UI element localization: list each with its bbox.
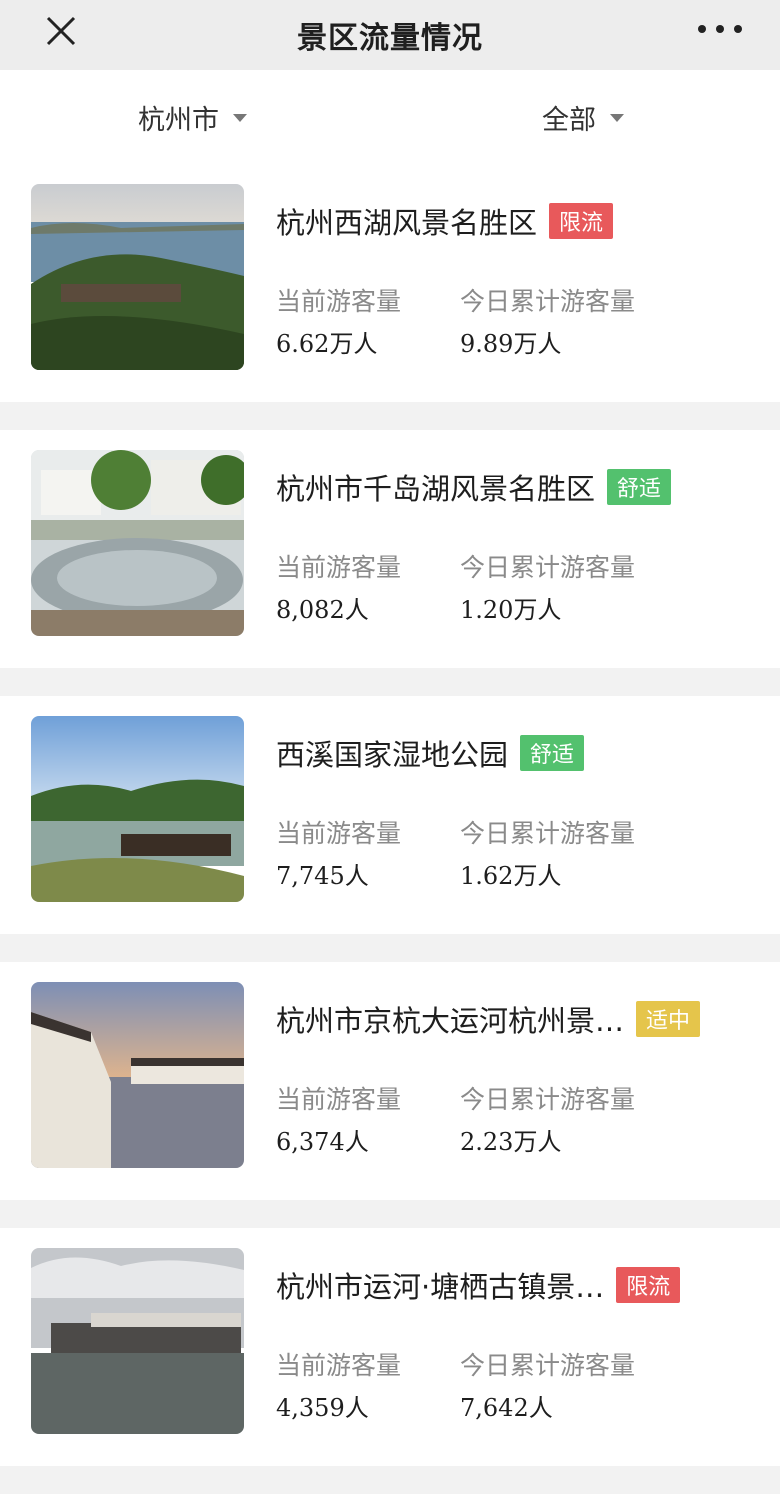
today-visitors-label: 今日累计游客量 xyxy=(460,287,636,316)
today-visitors-label: 今日累计游客量 xyxy=(460,553,636,582)
scenic-spot-name-row: 西溪国家湿地公园 舒适 xyxy=(276,732,756,774)
visitor-stats: 当前游客量 6.62万人 今日累计游客量 9.89万人 xyxy=(276,282,644,359)
scenic-spot-list: 杭州西湖风景名胜区 限流 当前游客量 6.62万人 今日累计游客量 9.89万人 xyxy=(0,164,780,1494)
current-visitors-value: 7,745人 xyxy=(276,862,369,890)
visitor-stats: 当前游客量 8,082人 今日累计游客量 1.20万人 xyxy=(276,548,644,625)
status-badge: 舒适 xyxy=(607,469,672,505)
today-visitors-value: 1.62万人 xyxy=(460,862,562,890)
caret-down-icon xyxy=(610,113,624,122)
scenic-spot-name: 杭州市京杭大运河杭州景… xyxy=(276,1004,625,1038)
filter-bar: 杭州市 全部 xyxy=(0,70,780,164)
city-filter-dropdown[interactable]: 杭州市 xyxy=(138,98,247,137)
level-filter-label: 全部 xyxy=(542,105,596,136)
scenic-spot-card[interactable]: 西溪国家湿地公园 舒适 当前游客量 7,745人 今日累计游客量 1.62万人 xyxy=(0,696,780,934)
scenic-spot-card[interactable]: 杭州西湖风景名胜区 限流 当前游客量 6.62万人 今日累计游客量 9.89万人 xyxy=(0,164,780,402)
scenic-spot-name-row: 杭州市京杭大运河杭州景… 适中 xyxy=(276,998,756,1040)
scenic-spot-card[interactable]: 杭州市京杭大运河杭州景… 适中 当前游客量 6,374人 今日累计游客量 2.23万… xyxy=(0,962,780,1200)
scenic-spot-name: 杭州市千岛湖风景名胜区 xyxy=(276,472,596,506)
status-badge: 限流 xyxy=(616,1267,681,1303)
status-badge: 限流 xyxy=(549,203,614,239)
scenic-spot-thumbnail xyxy=(31,184,244,370)
current-visitors-label: 当前游客量 xyxy=(276,819,402,848)
scenic-spot-thumbnail xyxy=(31,716,244,902)
today-visitors-value: 2.23万人 xyxy=(460,1128,562,1156)
scenic-spot-name-row: 杭州市运河·塘栖古镇景… 限流 xyxy=(276,1264,756,1306)
current-visitors-label: 当前游客量 xyxy=(276,1085,402,1114)
scenic-spot-thumbnail xyxy=(31,450,244,636)
watermark-logo: 19楼 xyxy=(705,1422,758,1447)
level-filter-dropdown[interactable]: 全部 xyxy=(542,98,624,137)
current-visitors-value: 8,082人 xyxy=(276,596,369,624)
scenic-spot-name-row: 杭州市千岛湖风景名胜区 舒适 xyxy=(276,466,756,508)
status-badge: 舒适 xyxy=(520,735,585,771)
close-icon[interactable] xyxy=(42,12,80,50)
current-visitors-value: 4,359人 xyxy=(276,1394,369,1422)
today-visitors-value: 1.20万人 xyxy=(460,596,562,624)
scenic-spot-thumbnail xyxy=(31,982,244,1168)
scenic-spot-name: 西溪国家湿地公园 xyxy=(276,738,509,772)
caret-down-icon xyxy=(233,113,247,122)
scenic-spot-name: 杭州西湖风景名胜区 xyxy=(276,206,538,240)
scenic-spot-card[interactable]: 杭州市运河·塘栖古镇景… 限流 当前游客量 4,359人 今日累计游客量 7,642… xyxy=(0,1228,780,1466)
today-visitors-value: 7,642人 xyxy=(460,1394,553,1422)
top-bar: 景区流量情况 xyxy=(0,0,780,70)
current-visitors-label: 当前游客量 xyxy=(276,553,402,582)
status-badge: 适中 xyxy=(636,1001,701,1037)
city-filter-label: 杭州市 xyxy=(138,105,219,136)
more-options-icon[interactable] xyxy=(698,17,742,41)
page-title: 景区流量情况 xyxy=(297,21,483,56)
visitor-stats: 当前游客量 6,374人 今日累计游客量 2.23万人 xyxy=(276,1080,644,1157)
current-visitors-value: 6.62万人 xyxy=(276,330,378,358)
current-visitors-label: 当前游客量 xyxy=(276,287,402,316)
today-visitors-value: 9.89万人 xyxy=(460,330,562,358)
current-visitors-label: 当前游客量 xyxy=(276,1351,402,1380)
current-visitors-value: 6,374人 xyxy=(276,1128,369,1156)
today-visitors-label: 今日累计游客量 xyxy=(460,819,636,848)
scenic-spot-name: 杭州市运河·塘栖古镇景… xyxy=(276,1270,605,1304)
today-visitors-label: 今日累计游客量 xyxy=(460,1351,636,1380)
scenic-spot-thumbnail xyxy=(31,1248,244,1434)
visitor-stats: 当前游客量 7,745人 今日累计游客量 1.62万人 xyxy=(276,814,644,891)
today-visitors-label: 今日累计游客量 xyxy=(460,1085,636,1114)
scenic-spot-card[interactable]: 杭州市千岛湖风景名胜区 舒适 当前游客量 8,082人 今日累计游客量 1.20万人 xyxy=(0,430,780,668)
scenic-spot-name-row: 杭州西湖风景名胜区 限流 xyxy=(276,200,756,242)
visitor-stats: 当前游客量 4,359人 今日累计游客量 7,642人 xyxy=(276,1346,644,1423)
